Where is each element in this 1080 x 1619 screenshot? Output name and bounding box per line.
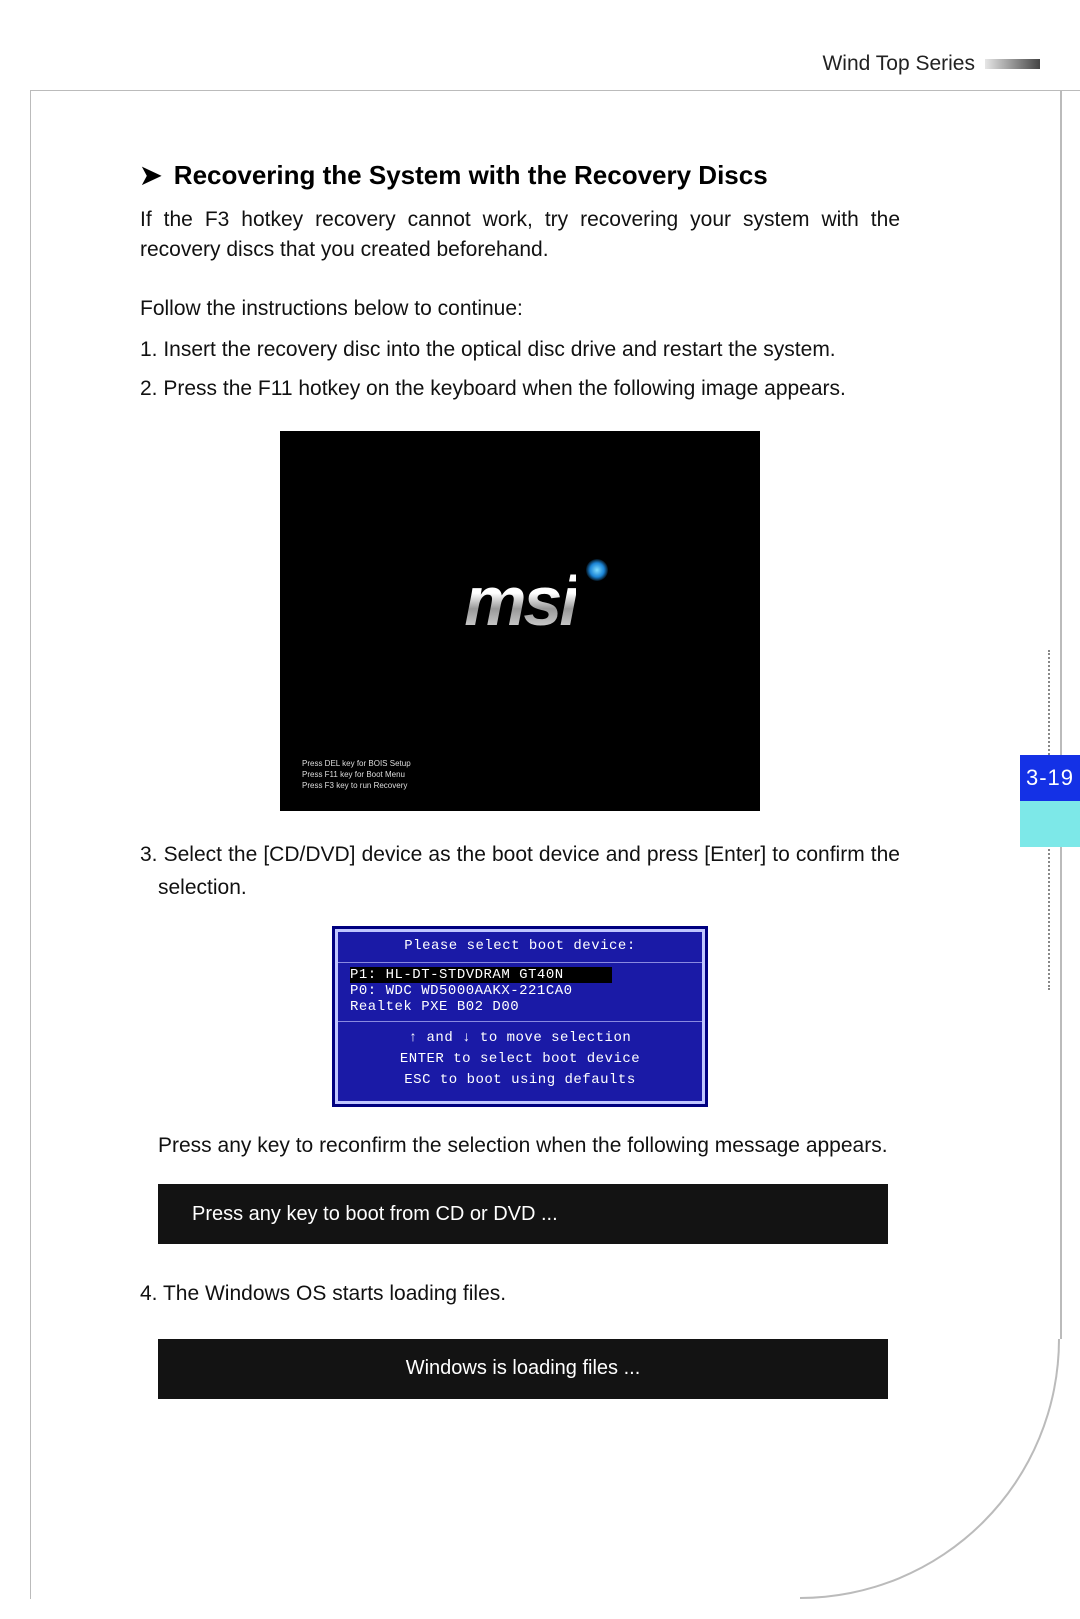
bios-splash-screenshot: msi Press DEL key for BOIS Setup Press F… (280, 431, 760, 811)
boot-help-line: ENTER to select boot device (338, 1049, 702, 1070)
step-3: 3. Select the [CD/DVD] device as the boo… (140, 839, 900, 904)
bios-hint-line: Press F3 key to run Recovery (302, 781, 411, 792)
page-number: 3-19 (1020, 755, 1080, 801)
windows-loading-text: Windows is loading files ... (406, 1357, 641, 1380)
boot-option-selected: P1: HL-DT-STDVDRAM GT40N (350, 967, 612, 983)
bios-hint-line: Press F11 key for Boot Menu (302, 770, 411, 781)
press-any-key-text: Press any key to boot from CD or DVD ... (192, 1203, 558, 1226)
boot-option: P0: WDC WD5000AAKX-221CA0 (350, 983, 690, 999)
bios-key-hints: Press DEL key for BOIS Setup Press F11 k… (302, 759, 411, 791)
follow-text: Follow the instructions below to continu… (140, 294, 900, 324)
msi-logo: msi (464, 562, 576, 640)
windows-loading-bar: Windows is loading files ... (158, 1339, 888, 1399)
page-right-border (1060, 90, 1062, 1339)
boot-option: Realtek PXE B02 D00 (350, 999, 690, 1015)
chevron-right-icon: ➤ (140, 160, 162, 191)
press-any-key-bar: Press any key to boot from CD or DVD ... (158, 1184, 888, 1244)
section-title: Recovering the System with the Recovery … (174, 160, 768, 191)
intro-text: If the F3 hotkey recovery cannot work, t… (140, 205, 900, 266)
boot-menu-title: Please select boot device: (338, 932, 702, 963)
bios-hint-line: Press DEL key for BOIS Setup (302, 759, 411, 770)
boot-help-line: ↑ and ↓ to move selection (338, 1028, 702, 1049)
step-4: 4. The Windows OS starts loading files. (140, 1278, 900, 1311)
step-3b: Press any key to reconfirm the selection… (140, 1130, 900, 1163)
boot-help-line: ESC to boot using defaults (338, 1070, 702, 1091)
boot-menu-options: P1: HL-DT-STDVDRAM GT40N P0: WDC WD5000A… (338, 963, 702, 1022)
step-list: 1. Insert the recovery disc into the opt… (140, 334, 900, 405)
section-heading: ➤ Recovering the System with the Recover… (140, 160, 900, 191)
series-title: Wind Top Series (822, 52, 975, 76)
page-header: Wind Top Series (0, 52, 1040, 76)
boot-menu-help: ↑ and ↓ to move selection ENTER to selec… (338, 1022, 702, 1091)
step-2: 2. Press the F11 hotkey on the keyboard … (140, 373, 900, 406)
page-tab-accent (1020, 801, 1080, 847)
main-content: ➤ Recovering the System with the Recover… (140, 160, 900, 1399)
step-1: 1. Insert the recovery disc into the opt… (140, 334, 900, 367)
header-accent-line (985, 59, 1040, 69)
page-number-tab: 3-19 (1020, 755, 1080, 847)
boot-device-menu-screenshot: Please select boot device: P1: HL-DT-STD… (335, 929, 705, 1104)
